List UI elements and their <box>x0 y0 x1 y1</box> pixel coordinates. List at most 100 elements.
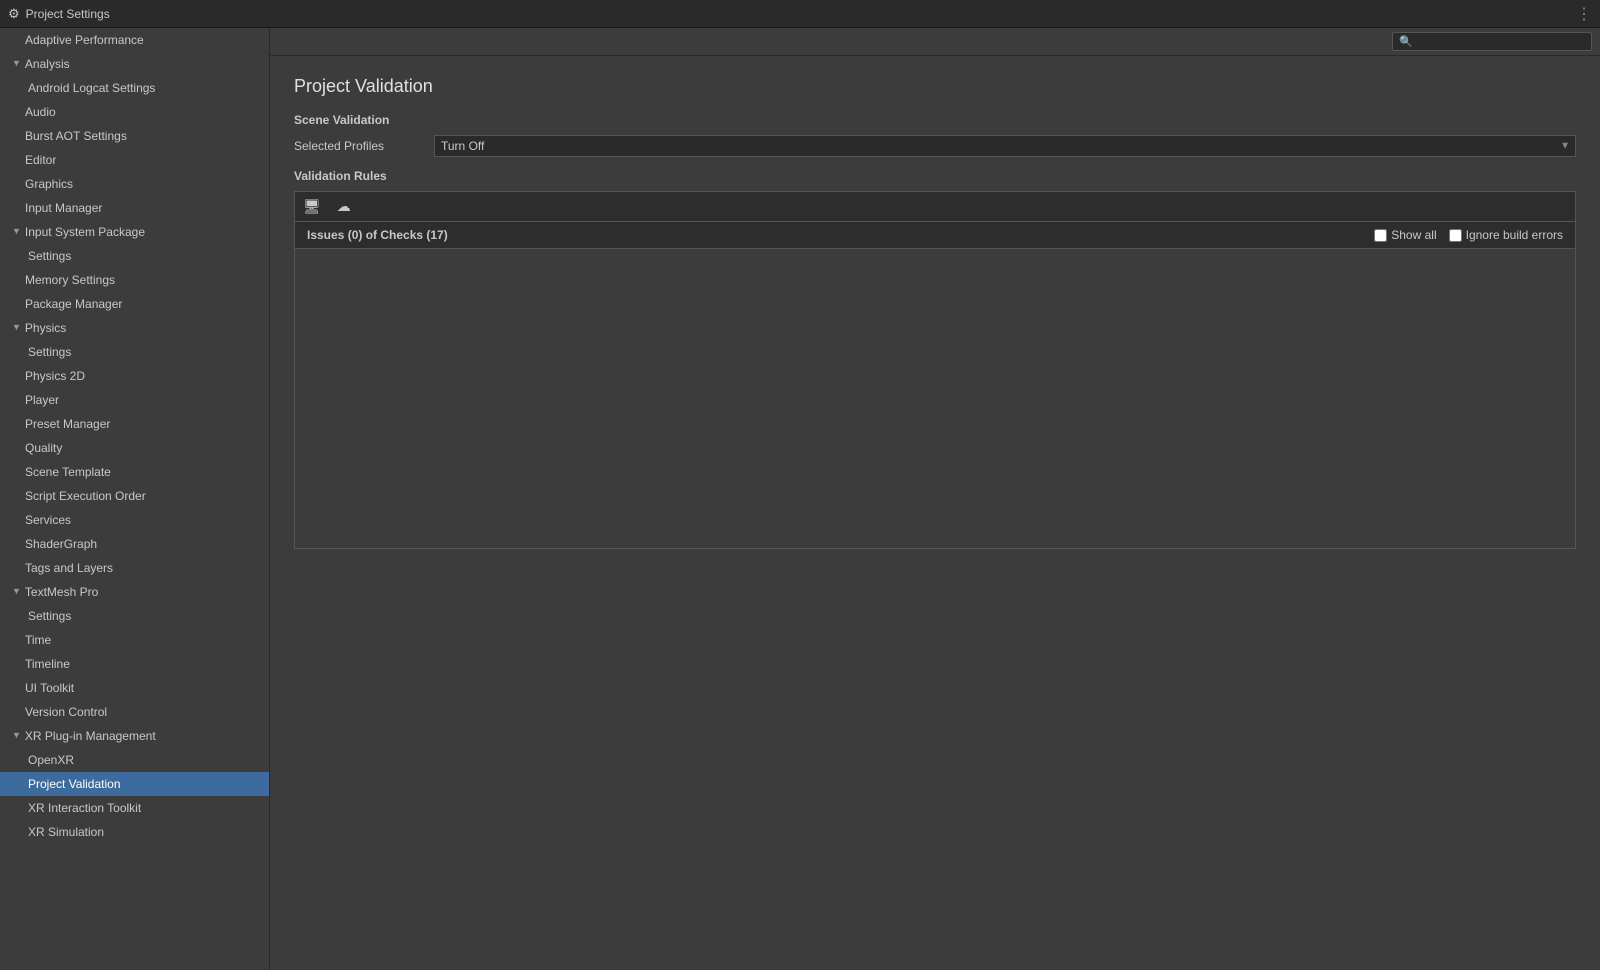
search-box: 🔍 <box>1392 32 1592 51</box>
sidebar-item-xr-plug-in-management[interactable]: ▼ XR Plug-in Management <box>0 724 269 748</box>
content-area: Project Validation Scene Validation Sele… <box>270 56 1600 970</box>
search-input[interactable] <box>1417 36 1585 48</box>
sidebar-item-label: Time <box>25 631 51 649</box>
sidebar-item-label: XR Simulation <box>28 823 104 841</box>
sidebar-item-label: Burst AOT Settings <box>25 127 127 145</box>
sidebar-item-quality[interactable]: Quality <box>0 436 269 460</box>
sidebar-item-openxr[interactable]: OpenXR <box>0 748 269 772</box>
sidebar-item-ui-toolkit[interactable]: UI Toolkit <box>0 676 269 700</box>
sidebar-item-label: Adaptive Performance <box>25 31 144 49</box>
show-all-text: Show all <box>1391 228 1436 242</box>
sidebar-item-label: Tags and Layers <box>25 559 113 577</box>
sidebar-item-label: Project Validation <box>28 775 121 793</box>
sidebar-item-input-system-package[interactable]: ▼Input System Package <box>0 220 269 244</box>
sidebar-item-label: XR Interaction Toolkit <box>28 799 141 817</box>
sidebar-item-script-execution-order[interactable]: Script Execution Order <box>0 484 269 508</box>
validation-rules-label: Validation Rules <box>294 169 1576 183</box>
sidebar-item-package-manager[interactable]: Package Manager <box>0 292 269 316</box>
sidebar-item-burst-aot-settings[interactable]: Burst AOT Settings <box>0 124 269 148</box>
selected-profiles-dropdown-wrapper: Turn OffARVRAll ▼ <box>434 135 1576 157</box>
sidebar-item-label: Settings <box>28 607 71 625</box>
main-content: 🔍 Project Validation Scene Validation Se… <box>270 28 1600 970</box>
main-layout: Adaptive Performance ▼ Analysis Android Log… <box>0 28 1600 970</box>
desktop-platform-icon[interactable]: 🖥 <box>303 198 321 215</box>
sidebar-item-memory-settings[interactable]: Memory Settings <box>0 268 269 292</box>
sidebar-item-label: UI Toolkit <box>25 679 74 697</box>
ignore-build-errors-text: Ignore build errors <box>1466 228 1563 242</box>
sidebar-item-input-system-settings[interactable]: Settings <box>0 244 269 268</box>
sidebar-item-shadergraph[interactable]: ShaderGraph <box>0 532 269 556</box>
sidebar-item-label: Services <box>25 511 71 529</box>
title-bar-menu[interactable]: ⋮ <box>1576 4 1592 24</box>
sidebar-item-preset-manager[interactable]: Preset Manager <box>0 412 269 436</box>
sidebar-item-analysis[interactable]: ▼ Analysis <box>0 52 269 76</box>
sidebar-item-label: Graphics <box>25 175 73 193</box>
top-bar: 🔍 <box>270 28 1600 56</box>
triangle-icon: ▼ <box>12 585 21 599</box>
title-bar: ⚙ Project Settings ⋮ <box>0 0 1600 28</box>
sidebar-item-xr-interaction-toolkit[interactable]: XR Interaction Toolkit <box>0 796 269 820</box>
sidebar-item-label: ShaderGraph <box>25 535 97 553</box>
page-title: Project Validation <box>294 76 1576 97</box>
sidebar-item-version-control[interactable]: Version Control <box>0 700 269 724</box>
selected-profiles-label: Selected Profiles <box>294 139 434 153</box>
sidebar-item-label: Physics <box>25 319 66 337</box>
sidebar-item-label: OpenXR <box>28 751 74 769</box>
sidebar-item-label: Version Control <box>25 703 107 721</box>
sidebar-item-label: Editor <box>25 151 56 169</box>
sidebar-item-label: Quality <box>25 439 62 457</box>
sidebar-item-physics-settings[interactable]: Settings <box>0 340 269 364</box>
sidebar-item-project-validation[interactable]: Project Validation <box>0 772 269 796</box>
sidebar-item-android-logcat-settings[interactable]: Android Logcat Settings <box>0 76 269 100</box>
sidebar-item-label: Audio <box>25 103 56 121</box>
show-all-checkbox[interactable] <box>1374 229 1387 242</box>
sidebar-item-textmesh-pro[interactable]: ▼ TextMesh Pro <box>0 580 269 604</box>
sidebar-item-label: Android Logcat Settings <box>28 79 155 97</box>
cloud-platform-icon[interactable]: ☁ <box>337 198 351 215</box>
sidebar-item-physics[interactable]: ▼ Physics <box>0 316 269 340</box>
sidebar-item-label: Timeline <box>25 655 70 673</box>
sidebar-item-services[interactable]: Services <box>0 508 269 532</box>
sidebar-item-audio[interactable]: Audio <box>0 100 269 124</box>
sidebar-item-physics-2d[interactable]: Physics 2D <box>0 364 269 388</box>
selected-profiles-row: Selected Profiles Turn OffARVRAll ▼ <box>294 135 1576 157</box>
sidebar-item-input-manager[interactable]: Input Manager <box>0 196 269 220</box>
issues-bar: Issues (0) of Checks (17) Show all Ignor… <box>294 221 1576 249</box>
issues-text: Issues (0) of Checks (17) <box>307 228 448 242</box>
search-icon: 🔍 <box>1399 35 1413 48</box>
sidebar-item-label: XR Plug-in Management <box>25 727 156 745</box>
sidebar-item-timeline[interactable]: Timeline <box>0 652 269 676</box>
ignore-build-errors-checkbox[interactable] <box>1449 229 1462 242</box>
sidebar-item-label: Preset Manager <box>25 415 110 433</box>
sidebar-item-tags-and-layers[interactable]: Tags and Layers <box>0 556 269 580</box>
sidebar-item-label: Settings <box>28 247 71 265</box>
selected-profiles-dropdown[interactable]: Turn OffARVRAll <box>434 135 1576 157</box>
sidebar-item-graphics[interactable]: Graphics <box>0 172 269 196</box>
ignore-build-errors-label[interactable]: Ignore build errors <box>1449 228 1563 242</box>
sidebar-item-label: TextMesh Pro <box>25 583 98 601</box>
sidebar-item-time[interactable]: Time <box>0 628 269 652</box>
show-all-label[interactable]: Show all <box>1374 228 1436 242</box>
sidebar-item-textmesh-settings[interactable]: Settings <box>0 604 269 628</box>
sidebar-item-label: Input Manager <box>25 199 102 217</box>
sidebar-item-label: Script Execution Order <box>25 487 146 505</box>
sidebar-item-xr-simulation[interactable]: XR Simulation <box>0 820 269 844</box>
issues-controls: Show all Ignore build errors <box>1374 228 1563 242</box>
sidebar-item-label: Memory Settings <box>25 271 115 289</box>
platform-bar: 🖥 ☁ <box>294 191 1576 221</box>
triangle-icon: ▼ <box>12 321 21 335</box>
sidebar-item-label: Input System Package <box>25 223 145 241</box>
sidebar: Adaptive Performance ▼ Analysis Android Log… <box>0 28 270 970</box>
sidebar-item-adaptive-performance[interactable]: Adaptive Performance <box>0 28 269 52</box>
sidebar-item-label: Analysis <box>25 55 70 73</box>
sidebar-item-label: Scene Template <box>25 463 111 481</box>
triangle-icon: ▼ <box>12 729 21 743</box>
sidebar-item-editor[interactable]: Editor <box>0 148 269 172</box>
sidebar-item-label: Physics 2D <box>25 367 85 385</box>
triangle-icon: ▼ <box>12 57 21 71</box>
sidebar-item-scene-template[interactable]: Scene Template <box>0 460 269 484</box>
sidebar-item-label: Player <box>25 391 59 409</box>
sidebar-item-label: Package Manager <box>25 295 122 313</box>
sidebar-item-label: Settings <box>28 343 71 361</box>
sidebar-item-player[interactable]: Player <box>0 388 269 412</box>
